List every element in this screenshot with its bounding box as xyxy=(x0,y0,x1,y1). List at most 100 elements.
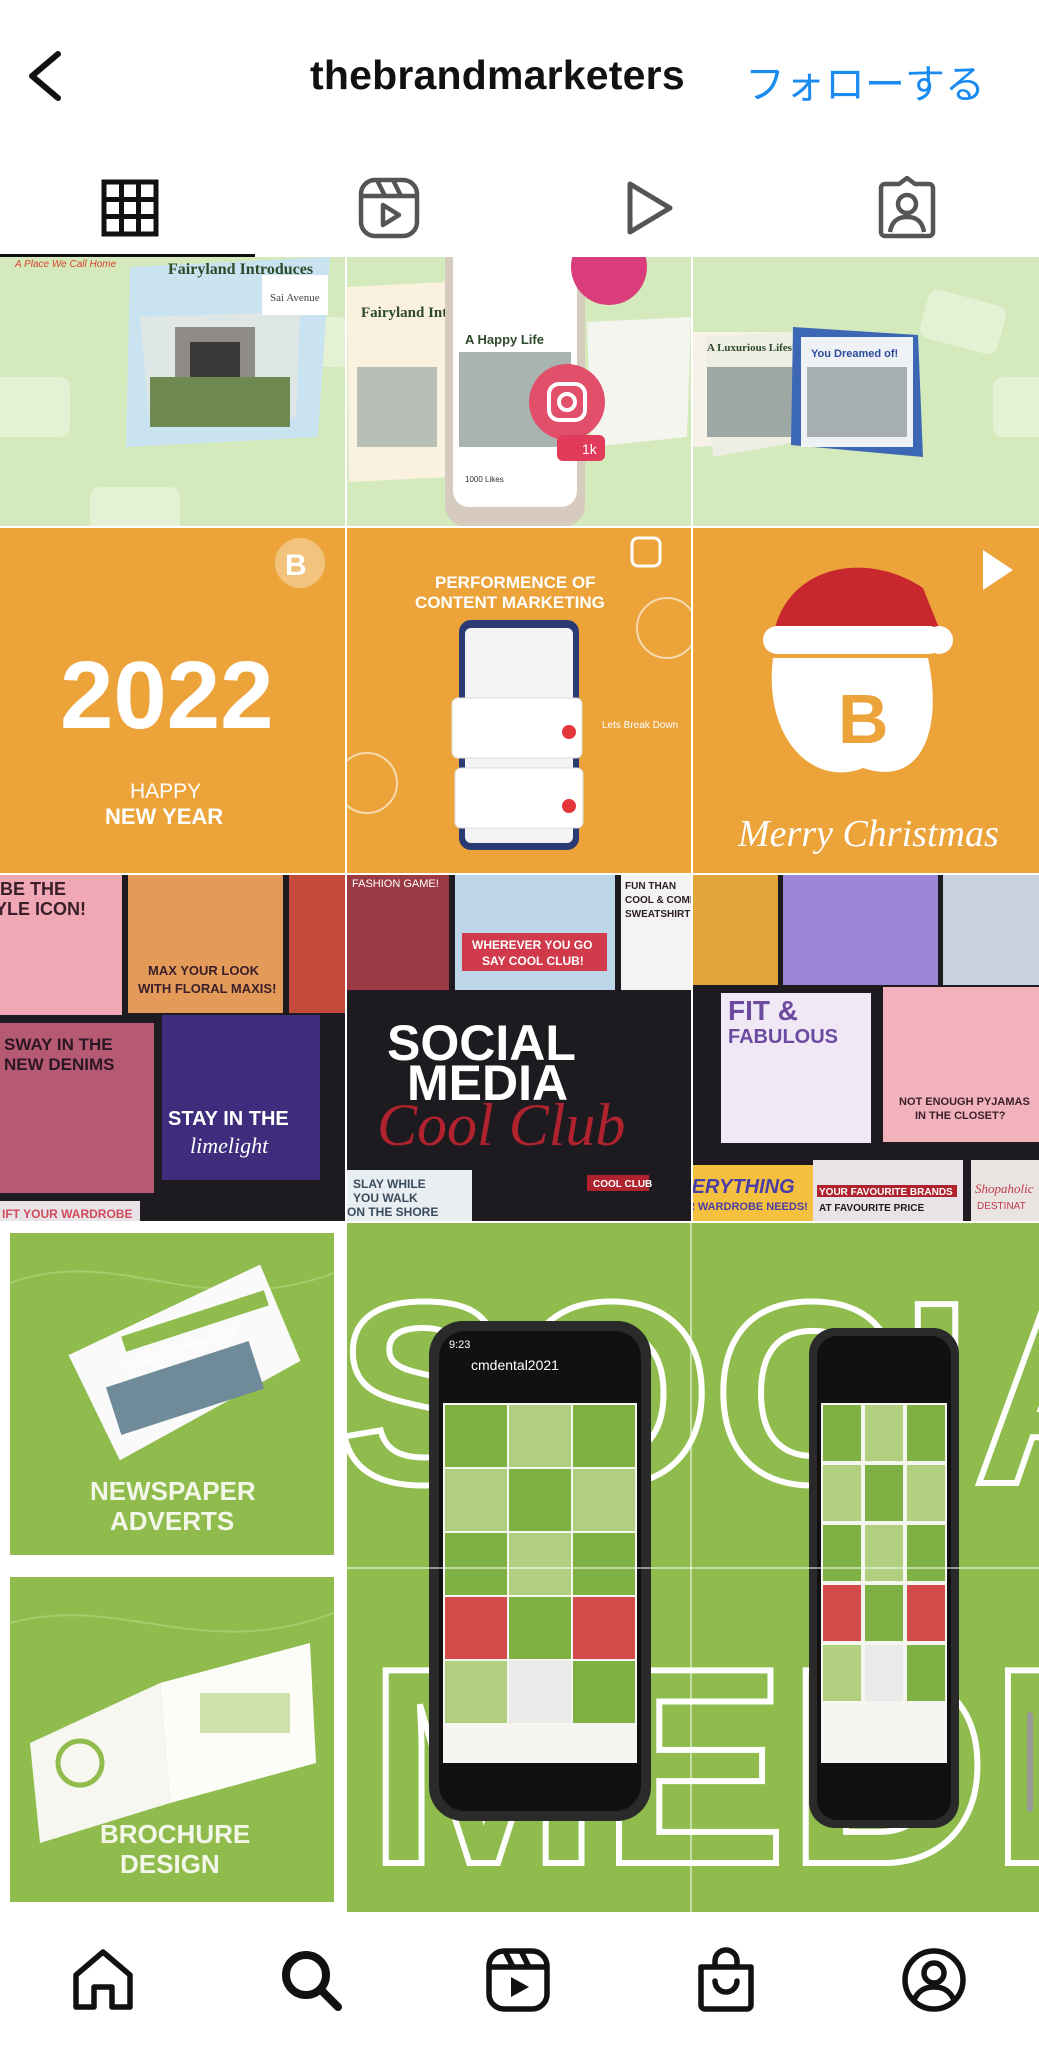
post-caption: STAY IN THE xyxy=(168,1108,289,1130)
back-button[interactable] xyxy=(18,40,78,110)
nav-search[interactable] xyxy=(271,1940,351,2020)
post-caption: DESTINAT xyxy=(977,1201,1026,1212)
post-caption: SWAY IN THE xyxy=(4,1035,113,1054)
tab-grid[interactable] xyxy=(0,160,259,256)
post-caption: COOL & COMFY xyxy=(625,895,691,906)
post-image: QUALITY DENTAL CARE NEWSPAPER ADVERTS BR… xyxy=(9,1233,335,1902)
post-image: FIT & FABULOUS NOT ENOUGH PYJAMAS IN THE… xyxy=(693,875,1039,1221)
post-caption: EVERYTHING xyxy=(693,1176,795,1198)
grid-icon xyxy=(101,179,158,237)
tab-tagged[interactable] xyxy=(777,160,1036,256)
post-thumbnail[interactable]: QUALITY DENTAL CARE NEWSPAPER ADVERTS BR… xyxy=(0,1223,345,1912)
post-thumbnail[interactable]: Fairyland Introduces A Happy Life 1000 L… xyxy=(347,257,691,526)
post-image: A Place We Call Home Fairyland Introduce… xyxy=(0,257,345,526)
post-image: SOCIAL MEDIA 9:23 cmdental2021 xyxy=(347,1223,1039,1912)
post-caption: NEW YEAR xyxy=(105,804,223,829)
profile-username: thebrandmarketers xyxy=(310,52,685,98)
post-caption: YOUR WARDROBE NEEDS! xyxy=(693,1201,808,1213)
nav-profile[interactable] xyxy=(894,1940,974,2020)
post-caption: AT FAVOURITE PRICE xyxy=(819,1203,925,1214)
scrollbar[interactable] xyxy=(1027,1712,1033,1812)
post-tag-text: A Place We Call Home xyxy=(14,259,117,270)
post-caption: SWEATSHIRTS? xyxy=(625,909,691,920)
post-thumbnail[interactable]: B 2022 HAPPY NEW YEAR xyxy=(0,528,345,873)
post-title: Cool Club xyxy=(377,1092,625,1158)
post-caption: FABULOUS xyxy=(728,1026,838,1048)
post-thumbnail[interactable]: SOCIAL MEDIA 9:23 cmdental2021 xyxy=(347,1223,1039,1912)
post-title: PERFORMENCE OF xyxy=(435,573,596,592)
post-caption: NEWSPAPER xyxy=(90,1476,256,1506)
post-caption: IFT YOUR WARDROBE xyxy=(2,1207,132,1221)
post-like-count: 1k xyxy=(582,441,598,457)
post-image: A Luxurious Lifestyle You Dreamed of! xyxy=(693,289,1039,457)
post-tag-text: COOL CLUB xyxy=(593,1179,652,1190)
post-caption: FUN THAN xyxy=(625,881,676,892)
post-caption: SAY COOL CLUB! xyxy=(482,954,584,968)
post-thumbnail[interactable]: A Place We Call Home Fairyland Introduce… xyxy=(0,257,345,526)
post-caption: limelight xyxy=(190,1133,269,1158)
post-caption: WITH FLORAL MAXIS! xyxy=(138,981,276,996)
tab-videos[interactable] xyxy=(518,160,777,256)
post-caption: Lets Break Down xyxy=(602,720,678,731)
post-caption: FASHION GAME! xyxy=(352,878,439,890)
post-caption: Merry Christmas xyxy=(737,813,999,855)
post-thumbnail[interactable]: FIT & FABULOUS NOT ENOUGH PYJAMAS IN THE… xyxy=(693,875,1039,1221)
home-icon xyxy=(73,1949,133,2010)
post-caption: HAPPY xyxy=(130,780,201,803)
post-image: Fairyland Introduces A Happy Life 1000 L… xyxy=(347,257,691,526)
reels-icon xyxy=(486,1948,550,2012)
posts-grid: A Place We Call Home Fairyland Introduce… xyxy=(0,257,1039,1912)
post-caption: YLE ICON! xyxy=(0,899,86,919)
post-caption: DESIGN xyxy=(120,1849,220,1879)
post-image: PERFORMENCE OF CONTENT MARKETING Lets Br… xyxy=(347,536,691,850)
post-brand: Sai Avenue xyxy=(270,292,320,304)
post-thumbnail[interactable]: B Merry Christmas xyxy=(693,528,1039,873)
post-thumbnail[interactable]: A Luxurious Lifestyle You Dreamed of! xyxy=(693,257,1039,526)
nav-home[interactable] xyxy=(63,1940,143,2020)
profile-icon xyxy=(902,1948,966,2012)
post-caption: You Dreamed of! xyxy=(811,348,898,360)
post-caption: ON THE SHORE xyxy=(347,1205,438,1219)
post-caption: MAX YOUR LOOK xyxy=(148,963,260,978)
post-caption: BE THE xyxy=(0,879,66,899)
post-thumbnail[interactable]: PERFORMENCE OF CONTENT MARKETING Lets Br… xyxy=(347,528,691,873)
post-caption: FIT & xyxy=(728,995,798,1026)
shop-bag-icon xyxy=(698,1947,754,2012)
bottom-navigation xyxy=(0,1912,1039,2048)
post-caption: IN THE CLOSET? xyxy=(915,1110,1006,1122)
post-caption: YOU WALK xyxy=(353,1191,418,1205)
post-title: CONTENT MARKETING xyxy=(415,593,605,612)
tagged-person-icon xyxy=(878,176,935,239)
post-thumbnail[interactable]: FASHION GAME! WHEREVER YOU GO SAY COOL C… xyxy=(347,875,691,1221)
reels-icon xyxy=(358,177,419,239)
post-caption: BROCHURE xyxy=(100,1819,250,1849)
play-icon xyxy=(627,181,672,235)
video-indicator-icon xyxy=(983,550,1013,590)
post-image: FASHION GAME! WHEREVER YOU GO SAY COOL C… xyxy=(347,875,691,1221)
post-title: A Happy Life xyxy=(465,332,544,347)
svg-text:B: B xyxy=(838,680,889,758)
follow-button[interactable]: フォローする xyxy=(745,52,985,110)
post-thumbnail[interactable]: BE THE YLE ICON! MAX YOUR LOOK WITH FLOR… xyxy=(0,875,345,1221)
search-icon xyxy=(282,1951,342,2011)
nav-reels[interactable] xyxy=(478,1940,558,2020)
svg-text:B: B xyxy=(285,549,307,582)
tab-reels[interactable] xyxy=(259,160,518,256)
new-year-number: 2022 xyxy=(60,642,274,749)
post-caption: NEW DENIMS xyxy=(4,1055,115,1074)
post-caption: YOUR FAVOURITE BRANDS xyxy=(819,1187,953,1198)
profile-header: thebrandmarketers フォローする xyxy=(0,0,1039,150)
post-image: B Merry Christmas xyxy=(737,550,1013,855)
post-image: B 2022 HAPPY NEW YEAR xyxy=(60,538,325,829)
post-caption: Shopaholic xyxy=(975,1181,1034,1196)
post-likes-text: 1000 Likes xyxy=(465,475,504,484)
phone-time: 9:23 xyxy=(449,1339,470,1351)
post-caption: NOT ENOUGH PYJAMAS xyxy=(899,1096,1030,1108)
phone-account: cmdental2021 xyxy=(471,1357,559,1373)
profile-tabs xyxy=(0,160,1039,256)
post-image: BE THE YLE ICON! MAX YOUR LOOK WITH FLOR… xyxy=(0,875,345,1221)
chevron-left-icon xyxy=(29,51,61,101)
nav-shop[interactable] xyxy=(686,1940,766,2020)
post-caption: SLAY WHILE xyxy=(353,1177,426,1191)
post-caption: WHEREVER YOU GO xyxy=(472,938,592,952)
